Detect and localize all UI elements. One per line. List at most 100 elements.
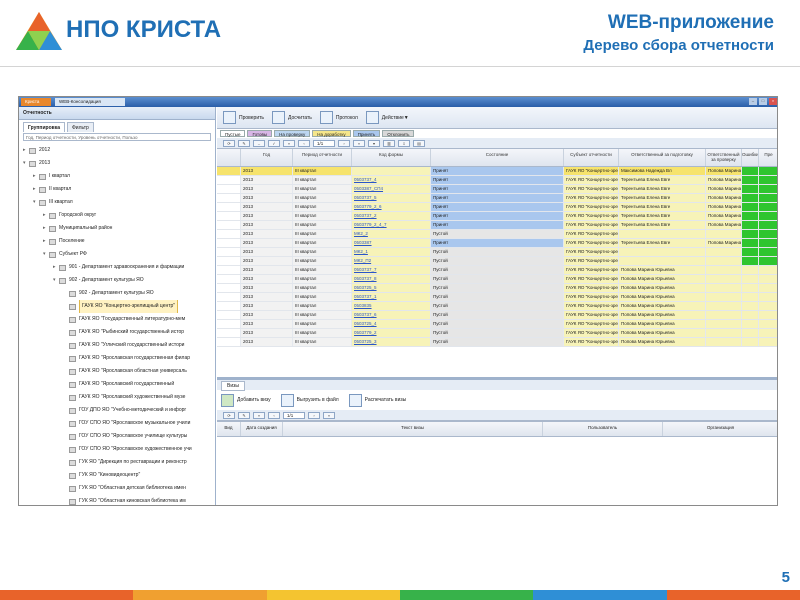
- filter-icon[interactable]: ▾: [368, 139, 380, 147]
- tree-node[interactable]: ГАУК ЯО "Угличский государственный истор…: [19, 339, 215, 352]
- column-header[interactable]: Ответственный за подготовку: [619, 149, 706, 166]
- status-filter[interactable]: На проверку: [274, 130, 311, 137]
- row-selector[interactable]: [217, 257, 241, 265]
- tree-node[interactable]: ▸ 901 - Департамент здравоохранения и фар…: [19, 261, 215, 274]
- tree-node[interactable]: ▾ III квартал: [19, 196, 215, 209]
- tab-filter[interactable]: Фильтр: [67, 122, 94, 132]
- table-row[interactable]: 2013 III квартал 0503737_2 Принят ГАУК ЯО "К…: [217, 212, 777, 221]
- edit-icon[interactable]: ✎: [238, 139, 250, 147]
- status-filter[interactable]: Отклонить: [382, 130, 415, 137]
- tree-node[interactable]: 902 - Департамент культуры ЯО: [19, 287, 215, 300]
- table-row[interactable]: 2013 III квартал 0503737_8 Пустой ГАУК ЯО "К…: [217, 275, 777, 284]
- row-selector[interactable]: [217, 221, 241, 229]
- row-selector[interactable]: [217, 275, 241, 283]
- tree-node[interactable]: ГОУ СПО ЯО "Ярославское музыкальное учил…: [19, 417, 215, 430]
- table-row[interactable]: 2013 III квартал 0503737_6 Пустой ГАУК ЯО "К…: [217, 311, 777, 320]
- row-selector[interactable]: [217, 167, 241, 175]
- tree-node[interactable]: ГУК ЯО "Областная детская библиотека име…: [19, 482, 215, 495]
- browser-tab[interactable]: WEB-Консолидация: [55, 98, 125, 106]
- column-header[interactable]: Код формы: [352, 149, 431, 166]
- tree-node[interactable]: ГОУ ДПО ЯО "Учебно-методический и инфорг: [19, 404, 215, 417]
- accept-icon[interactable]: ✓: [268, 139, 280, 147]
- visa-refresh-icon[interactable]: ⟳: [223, 411, 235, 419]
- row-selector[interactable]: [217, 203, 241, 211]
- tree-node[interactable]: ГАУК ЯО "Ярославский художественный музе: [19, 391, 215, 404]
- visa-col-date[interactable]: Дата создания: [241, 422, 283, 436]
- tree-node[interactable]: ▸ Муниципальный район: [19, 222, 215, 235]
- table-row[interactable]: 2013 III квартал МК2_П2 Пустой ГАУК ЯО "Конц…: [217, 257, 777, 266]
- first-page-icon[interactable]: «: [283, 139, 295, 147]
- print-visa-button[interactable]: Распечатать визы: [348, 393, 406, 407]
- table-row[interactable]: 2013 III квартал 0503737_4 Принят ГАУК ЯО "К…: [217, 176, 777, 185]
- tree-node[interactable]: ▸ I квартал: [19, 170, 215, 183]
- status-filter[interactable]: На доработку: [312, 130, 351, 137]
- tree-node[interactable]: ▸ 2012: [19, 144, 215, 157]
- table-row[interactable]: 2013 III квартал 0503387 Принят ГАУК ЯО "Кон…: [217, 239, 777, 248]
- table-row[interactable]: 2013 III квартал 0503835 Пустой ГАУК ЯО "Кон…: [217, 302, 777, 311]
- tree-node[interactable]: ▸ Городской округ: [19, 209, 215, 222]
- tree-node[interactable]: ГУК ЯО "Дирекция по реставрации и реконс…: [19, 456, 215, 469]
- tree-node[interactable]: ГАУК ЯО "Ярославская областная универсал…: [19, 365, 215, 378]
- status-filter[interactable]: Пустые: [220, 130, 246, 137]
- table-row[interactable]: 2013 III квартал 0503779_2_6 Принят ГАУК ЯО …: [217, 203, 777, 212]
- export-file-button[interactable]: Выгрузить в файл: [280, 393, 339, 407]
- action-menu-button[interactable]: Действие ▼: [365, 111, 409, 124]
- column-header[interactable]: Период отчетности: [293, 149, 352, 166]
- visa-prev-page-icon[interactable]: ‹: [268, 411, 280, 419]
- visa-col-user[interactable]: Пользователь: [543, 422, 663, 436]
- table-row[interactable]: 2013 III квартал 0503725_3 Пустой ГАУК ЯО "К…: [217, 338, 777, 347]
- visa-edit-icon[interactable]: ✎: [238, 411, 250, 419]
- table-row[interactable]: 2013 III квартал 0503387_СП4 Принят ГАУК ЯО …: [217, 185, 777, 194]
- export-icon[interactable]: ⇩: [398, 139, 410, 147]
- check-button[interactable]: Проверить: [223, 111, 264, 124]
- row-selector[interactable]: [217, 329, 241, 337]
- maximize-icon[interactable]: □: [759, 98, 767, 105]
- table-row[interactable]: 2013 III квартал МК2_2 Пустой ГАУК ЯО "Конце…: [217, 230, 777, 239]
- tree-node[interactable]: ГАУК ЯО "Концертно-зрелищный центр": [19, 300, 215, 313]
- tree-node[interactable]: ГОУ СПО ЯО "Ярославское училище культуры: [19, 430, 215, 443]
- column-header[interactable]: Ответственный за проверку: [706, 149, 742, 166]
- row-selector[interactable]: [217, 212, 241, 220]
- prev-page-icon[interactable]: ‹: [298, 139, 310, 147]
- row-selector[interactable]: [217, 293, 241, 301]
- table-row[interactable]: 2013 III квартал 0503737_5 Принят ГАУК ЯО "К…: [217, 194, 777, 203]
- sign-button[interactable]: Досчитать: [272, 111, 312, 124]
- row-selector[interactable]: [217, 230, 241, 238]
- tree-node[interactable]: ГАУК ЯО "Ярославская государственная фил…: [19, 352, 215, 365]
- row-selector[interactable]: [217, 239, 241, 247]
- grid-settings-icon[interactable]: ▤: [413, 139, 425, 147]
- column-header[interactable]: Субъект отчетности: [564, 149, 619, 166]
- column-header[interactable]: Ошибки: [742, 149, 759, 166]
- column-header[interactable]: Пре: [759, 149, 777, 166]
- tab-visa[interactable]: Визы: [221, 381, 246, 391]
- app-tab[interactable]: Криста: [21, 98, 51, 106]
- row-selector[interactable]: [217, 176, 241, 184]
- row-selector[interactable]: [217, 194, 241, 202]
- minimize-icon[interactable]: –: [749, 98, 757, 105]
- tree-node[interactable]: ▸ Поселение: [19, 235, 215, 248]
- table-row[interactable]: 2013 III квартал 0503737_1 Пустой ГАУК ЯО "К…: [217, 293, 777, 302]
- tree-node[interactable]: ▾ 2013: [19, 157, 215, 170]
- tree-node[interactable]: ▸ II квартал: [19, 183, 215, 196]
- status-filter[interactable]: Принять: [352, 130, 381, 137]
- visa-col-type[interactable]: Вид: [217, 422, 241, 436]
- table-row[interactable]: 2013 III квартал МК2_1 Пустой ГАУК ЯО "Конце…: [217, 248, 777, 257]
- grouping-field[interactable]: Год, Период отчетности, Уровень отчетнос…: [23, 133, 211, 141]
- table-row[interactable]: 2013 III квартал Принят ГАУК ЯО "Концертно-…: [217, 167, 777, 176]
- visa-col-org[interactable]: Организация: [663, 422, 777, 436]
- add-visa-button[interactable]: Добавить визу: [221, 393, 271, 407]
- row-selector[interactable]: [217, 338, 241, 346]
- column-header[interactable]: Состояние: [431, 149, 564, 166]
- visa-next-page-icon[interactable]: ›: [308, 411, 320, 419]
- refresh-icon[interactable]: ⟳: [223, 139, 235, 147]
- visa-first-page-icon[interactable]: «: [253, 411, 265, 419]
- row-selector[interactable]: [217, 311, 241, 319]
- page-selector[interactable]: 1/1: [313, 139, 335, 147]
- table-row[interactable]: 2013 III квартал 0503725_4 Пустой ГАУК ЯО "К…: [217, 320, 777, 329]
- row-selector[interactable]: [217, 302, 241, 310]
- tree-node[interactable]: ГУК ЯО "Киновидеоцентр": [19, 469, 215, 482]
- table-row[interactable]: 2013 III квартал 0503779_2 Пустой ГАУК ЯО "К…: [217, 329, 777, 338]
- visa-page-selector[interactable]: 1/1: [283, 411, 305, 419]
- row-selector[interactable]: [217, 284, 241, 292]
- close-icon[interactable]: ×: [769, 98, 777, 105]
